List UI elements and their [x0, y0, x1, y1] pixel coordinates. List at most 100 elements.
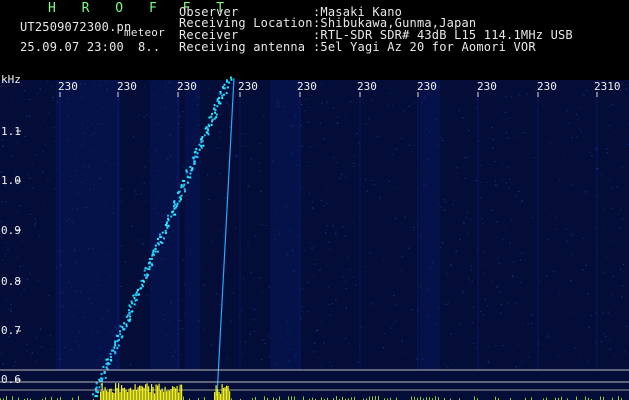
noise-speck [135, 194, 137, 196]
level-bar [411, 396, 412, 400]
noise-speck [222, 234, 224, 236]
noise-speck [391, 153, 393, 155]
noise-speck [259, 142, 262, 144]
noise-speck [2, 145, 4, 147]
noise-speck [23, 90, 26, 92]
noise-speck [502, 238, 505, 240]
noise-speck [582, 237, 584, 239]
noise-speck [482, 314, 484, 316]
noise-speck [10, 310, 12, 312]
noise-speck [450, 333, 452, 335]
noise-speck [43, 119, 45, 121]
noise-speck [347, 257, 349, 258]
noise-speck [570, 312, 572, 314]
noise-speck [18, 205, 21, 206]
noise-speck [510, 220, 513, 221]
noise-speck [134, 190, 137, 192]
noise-speck [486, 305, 488, 307]
trace-point [221, 97, 224, 100]
trace-point [152, 251, 155, 254]
level-bar [149, 392, 151, 400]
trace-point [180, 184, 183, 187]
x-tick-label: 230 [297, 80, 317, 93]
noise-speck [129, 364, 132, 366]
noise-speck [52, 97, 54, 98]
trace-point [104, 376, 107, 379]
noise-speck [48, 294, 50, 296]
noise-speck [456, 167, 458, 169]
signal-band [270, 80, 300, 370]
noise-speck [345, 114, 347, 116]
noise-speck [313, 342, 316, 344]
noise-speck [531, 217, 534, 219]
y-tick-label: 0.9 [1, 224, 21, 237]
noise-speck [388, 180, 391, 182]
noise-speck [370, 302, 373, 304]
noise-speck [508, 178, 511, 180]
noise-speck [546, 333, 549, 335]
noise-speck [439, 246, 442, 248]
trace-point [148, 258, 151, 260]
trace-point [226, 86, 229, 89]
trace-point [114, 344, 117, 347]
level-bar [113, 393, 115, 400]
noise-speck [244, 145, 247, 147]
trace-point [211, 120, 214, 123]
noise-speck [323, 138, 325, 140]
noise-speck [470, 269, 473, 271]
noise-speck [543, 208, 545, 209]
trace-point [109, 358, 112, 361]
antenna-value: :5el Yagi Az 20 for Aomori VOR [313, 40, 536, 54]
noise-speck [316, 357, 319, 359]
noise-speck [42, 150, 45, 152]
noise-speck [519, 282, 522, 284]
noise-speck [395, 216, 397, 218]
noise-speck [316, 259, 318, 261]
noise-speck [389, 93, 391, 95]
noise-speck [584, 191, 587, 193]
noise-speck [395, 94, 398, 96]
noise-speck [619, 268, 622, 270]
noise-speck [546, 275, 548, 277]
level-bar [221, 384, 223, 400]
trace-point [131, 302, 134, 305]
noise-speck [364, 178, 367, 180]
noise-speck [203, 284, 205, 286]
noise-speck [450, 264, 452, 266]
trace-point [95, 386, 98, 389]
noise-speck [265, 224, 268, 226]
noise-speck [0, 171, 2, 173]
noise-speck [344, 235, 346, 237]
noise-speck [303, 99, 306, 101]
noise-speck [522, 324, 524, 326]
noise-speck [301, 310, 304, 312]
noise-speck [545, 167, 547, 169]
noise-speck [481, 217, 483, 219]
noise-speck [268, 286, 271, 288]
noise-speck [591, 155, 593, 157]
x-tick-label: 230 [177, 80, 197, 93]
noise-speck [307, 281, 309, 283]
trace-point [119, 333, 122, 336]
level-bar [220, 393, 222, 400]
noise-speck [529, 96, 532, 98]
noise-speck [301, 288, 304, 290]
noise-speck [410, 119, 413, 121]
level-bar [166, 391, 168, 400]
noise-speck [143, 167, 146, 169]
noise-speck [181, 327, 184, 329]
level-bar [336, 396, 337, 400]
noise-speck [244, 133, 247, 135]
level-bar [294, 396, 295, 400]
noise-speck [594, 195, 596, 196]
noise-speck [247, 245, 249, 247]
level-bar [291, 396, 292, 400]
noise-speck [220, 231, 222, 233]
noise-speck [182, 259, 184, 261]
noise-speck [621, 82, 623, 84]
noise-speck [7, 249, 9, 250]
trace-point [219, 92, 222, 95]
noise-speck [456, 176, 458, 178]
noise-speck [444, 201, 447, 203]
noise-speck [396, 187, 399, 189]
